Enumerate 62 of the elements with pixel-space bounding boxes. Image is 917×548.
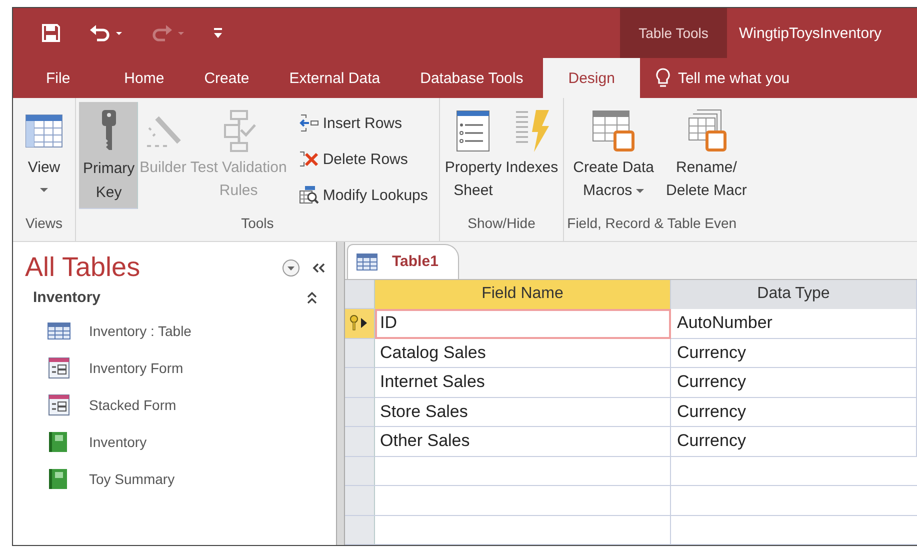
- field-name-cell[interactable]: Store Sales: [375, 398, 671, 427]
- column-header[interactable]: Data Type: [671, 280, 917, 309]
- pane-title: All Tables: [25, 252, 142, 283]
- key-icon: [349, 315, 360, 332]
- tell-me-field[interactable]: Tell me what you: [640, 58, 790, 98]
- ribbon-button[interactable]: Rename/ Delete Macr: [660, 102, 753, 206]
- empty-row[interactable]: [345, 516, 917, 545]
- field-name-cell[interactable]: Other Sales: [375, 427, 671, 456]
- current-row-icon: [361, 318, 367, 328]
- ribbon-button[interactable]: Insert Rows: [298, 108, 428, 138]
- ribbon-tab[interactable]: External Data: [269, 58, 400, 98]
- ribbon-tab[interactable]: Create: [184, 58, 270, 98]
- lookup-icon: [298, 185, 319, 205]
- table-icon: [356, 252, 378, 270]
- table-icon: [47, 320, 71, 340]
- field-name-cell[interactable]: Internet Sales: [375, 368, 671, 398]
- document-tab[interactable]: Table1: [347, 244, 460, 278]
- field-name-cell[interactable]: Catalog Sales: [375, 338, 671, 368]
- group-label: Tools: [240, 215, 275, 233]
- collapse-pane-icon[interactable]: [312, 262, 326, 274]
- save-icon[interactable]: [41, 23, 61, 43]
- ribbon-tab[interactable]: Home: [104, 58, 184, 98]
- nav-item[interactable]: Toy Summary: [89, 470, 175, 486]
- customize-icon[interactable]: [213, 26, 223, 40]
- dropdown-circle-icon[interactable]: [282, 258, 300, 276]
- window-title: WingtipToysInventory: [738, 24, 883, 44]
- ribbon-button[interactable]: Indexes: [504, 102, 560, 202]
- data-type-cell[interactable]: Currency: [671, 427, 917, 456]
- group-header[interactable]: Inventory: [33, 289, 306, 306]
- ribbon-button[interactable]: View: [16, 102, 72, 202]
- ribbon-button[interactable]: Delete Rows: [298, 144, 428, 174]
- data-type-cell[interactable]: Currency: [671, 398, 917, 427]
- ribbon-tab[interactable]: File: [13, 58, 104, 98]
- delete-rows-icon: [298, 149, 319, 169]
- ribbon-button[interactable]: Modify Lookups: [298, 180, 428, 210]
- empty-row[interactable]: [345, 486, 917, 516]
- form-icon: [47, 394, 71, 416]
- form-icon: [47, 356, 71, 378]
- group-label: Show/Hide: [466, 215, 536, 233]
- data-type-cell[interactable]: AutoNumber: [671, 309, 917, 338]
- field-name-cell[interactable]: ID: [375, 309, 671, 338]
- ribbon-button[interactable]: Property Sheet: [442, 102, 504, 206]
- ribbon-button[interactable]: Primary Key: [79, 102, 138, 209]
- ribbon-tab[interactable]: Database Tools: [400, 58, 544, 98]
- row-selector[interactable]: [345, 309, 375, 338]
- context-label: Table Tools: [620, 8, 727, 58]
- group-label: Views: [24, 215, 64, 233]
- insert-rows-icon: [298, 113, 319, 133]
- data-type-cell[interactable]: Currency: [671, 338, 917, 368]
- empty-row[interactable]: [345, 456, 917, 486]
- group-label: Field, Record & Table Even: [567, 215, 738, 233]
- nav-item[interactable]: Inventory Form: [89, 360, 184, 376]
- lightbulb-icon: [656, 68, 670, 88]
- ribbon-tab[interactable]: Design: [543, 58, 640, 98]
- ribbon-button[interactable]: Create Data Macros: [567, 102, 660, 206]
- collapse-icon[interactable]: [306, 290, 318, 304]
- data-type-cell[interactable]: Currency: [671, 368, 917, 398]
- nav-item[interactable]: Inventory: [89, 434, 147, 450]
- nav-item[interactable]: Inventory : Table: [89, 322, 192, 338]
- nav-item[interactable]: Stacked Form: [89, 396, 176, 412]
- column-header[interactable]: Field Name: [375, 280, 671, 309]
- undo-icon[interactable]: [89, 23, 123, 43]
